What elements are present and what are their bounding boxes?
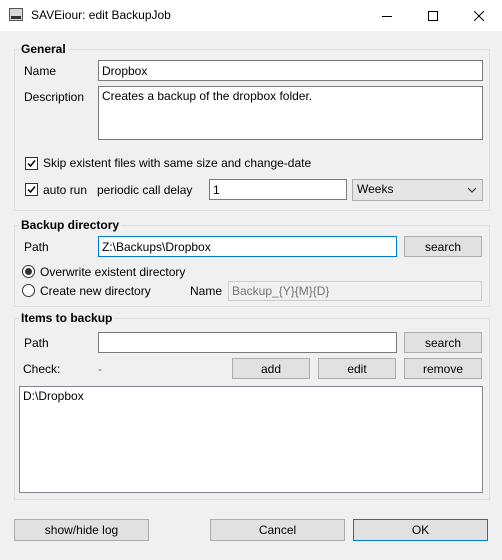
create-directory-label: Create new directory bbox=[40, 284, 151, 298]
periodic-delay-label: periodic call delay bbox=[97, 183, 193, 197]
backup-search-button[interactable]: search bbox=[404, 236, 482, 257]
auto-run-label: auto run bbox=[43, 183, 88, 197]
skip-existent-label: Skip existent files with same size and c… bbox=[43, 156, 312, 170]
directory-name-field[interactable] bbox=[228, 281, 482, 301]
overwrite-directory-radio[interactable] bbox=[22, 265, 35, 278]
description-label: Description bbox=[24, 90, 85, 104]
add-item-button[interactable]: add bbox=[232, 358, 310, 379]
list-item[interactable]: D:\Dropbox bbox=[23, 389, 479, 403]
window-title: SAVEiour: edit BackupJob bbox=[31, 8, 171, 22]
remove-item-button[interactable]: remove bbox=[404, 358, 482, 379]
backup-path-field[interactable] bbox=[98, 236, 397, 257]
minimize-button[interactable] bbox=[364, 0, 410, 31]
directory-name-label: Name bbox=[190, 284, 223, 298]
maximize-button[interactable] bbox=[410, 0, 456, 31]
backup-path-label: Path bbox=[24, 240, 49, 254]
show-hide-log-button[interactable]: show/hide log bbox=[14, 519, 149, 541]
items-list[interactable]: D:\Dropbox bbox=[19, 386, 483, 493]
radio-selected-dot bbox=[25, 268, 32, 275]
edit-item-button[interactable]: edit bbox=[318, 358, 396, 379]
close-icon bbox=[474, 10, 484, 21]
delay-unit-select[interactable]: Weeks bbox=[352, 179, 483, 201]
items-group-title: Items to backup bbox=[19, 311, 115, 325]
maximize-icon bbox=[428, 10, 438, 21]
overwrite-directory-label: Overwrite existent directory bbox=[40, 265, 186, 279]
ok-button[interactable]: OK bbox=[353, 519, 488, 541]
checkmark-icon bbox=[27, 160, 36, 168]
checkmark-icon bbox=[27, 186, 36, 194]
auto-run-checkbox[interactable] bbox=[25, 183, 38, 196]
check-label: Check: bbox=[23, 362, 61, 376]
app-icon bbox=[9, 8, 23, 21]
close-button[interactable] bbox=[456, 0, 502, 31]
create-directory-radio[interactable] bbox=[22, 284, 35, 297]
items-path-label: Path bbox=[24, 336, 49, 350]
minimize-icon bbox=[382, 15, 392, 17]
general-group-title: General bbox=[19, 42, 68, 56]
backup-directory-title: Backup directory bbox=[19, 218, 122, 232]
delay-unit-value: Weeks bbox=[357, 182, 394, 196]
items-search-button[interactable]: search bbox=[404, 332, 482, 353]
skip-existent-checkbox[interactable] bbox=[25, 157, 38, 170]
items-path-field[interactable] bbox=[98, 332, 397, 353]
check-value: - bbox=[98, 362, 102, 376]
description-field[interactable]: Creates a backup of the dropbox folder. bbox=[98, 86, 483, 140]
title-bar: SAVEiour: edit BackupJob bbox=[0, 0, 502, 31]
name-field[interactable] bbox=[98, 60, 483, 81]
name-label: Name bbox=[24, 64, 57, 78]
periodic-delay-field[interactable] bbox=[209, 179, 347, 200]
chevron-down-icon bbox=[467, 187, 477, 193]
cancel-button[interactable]: Cancel bbox=[210, 519, 345, 541]
